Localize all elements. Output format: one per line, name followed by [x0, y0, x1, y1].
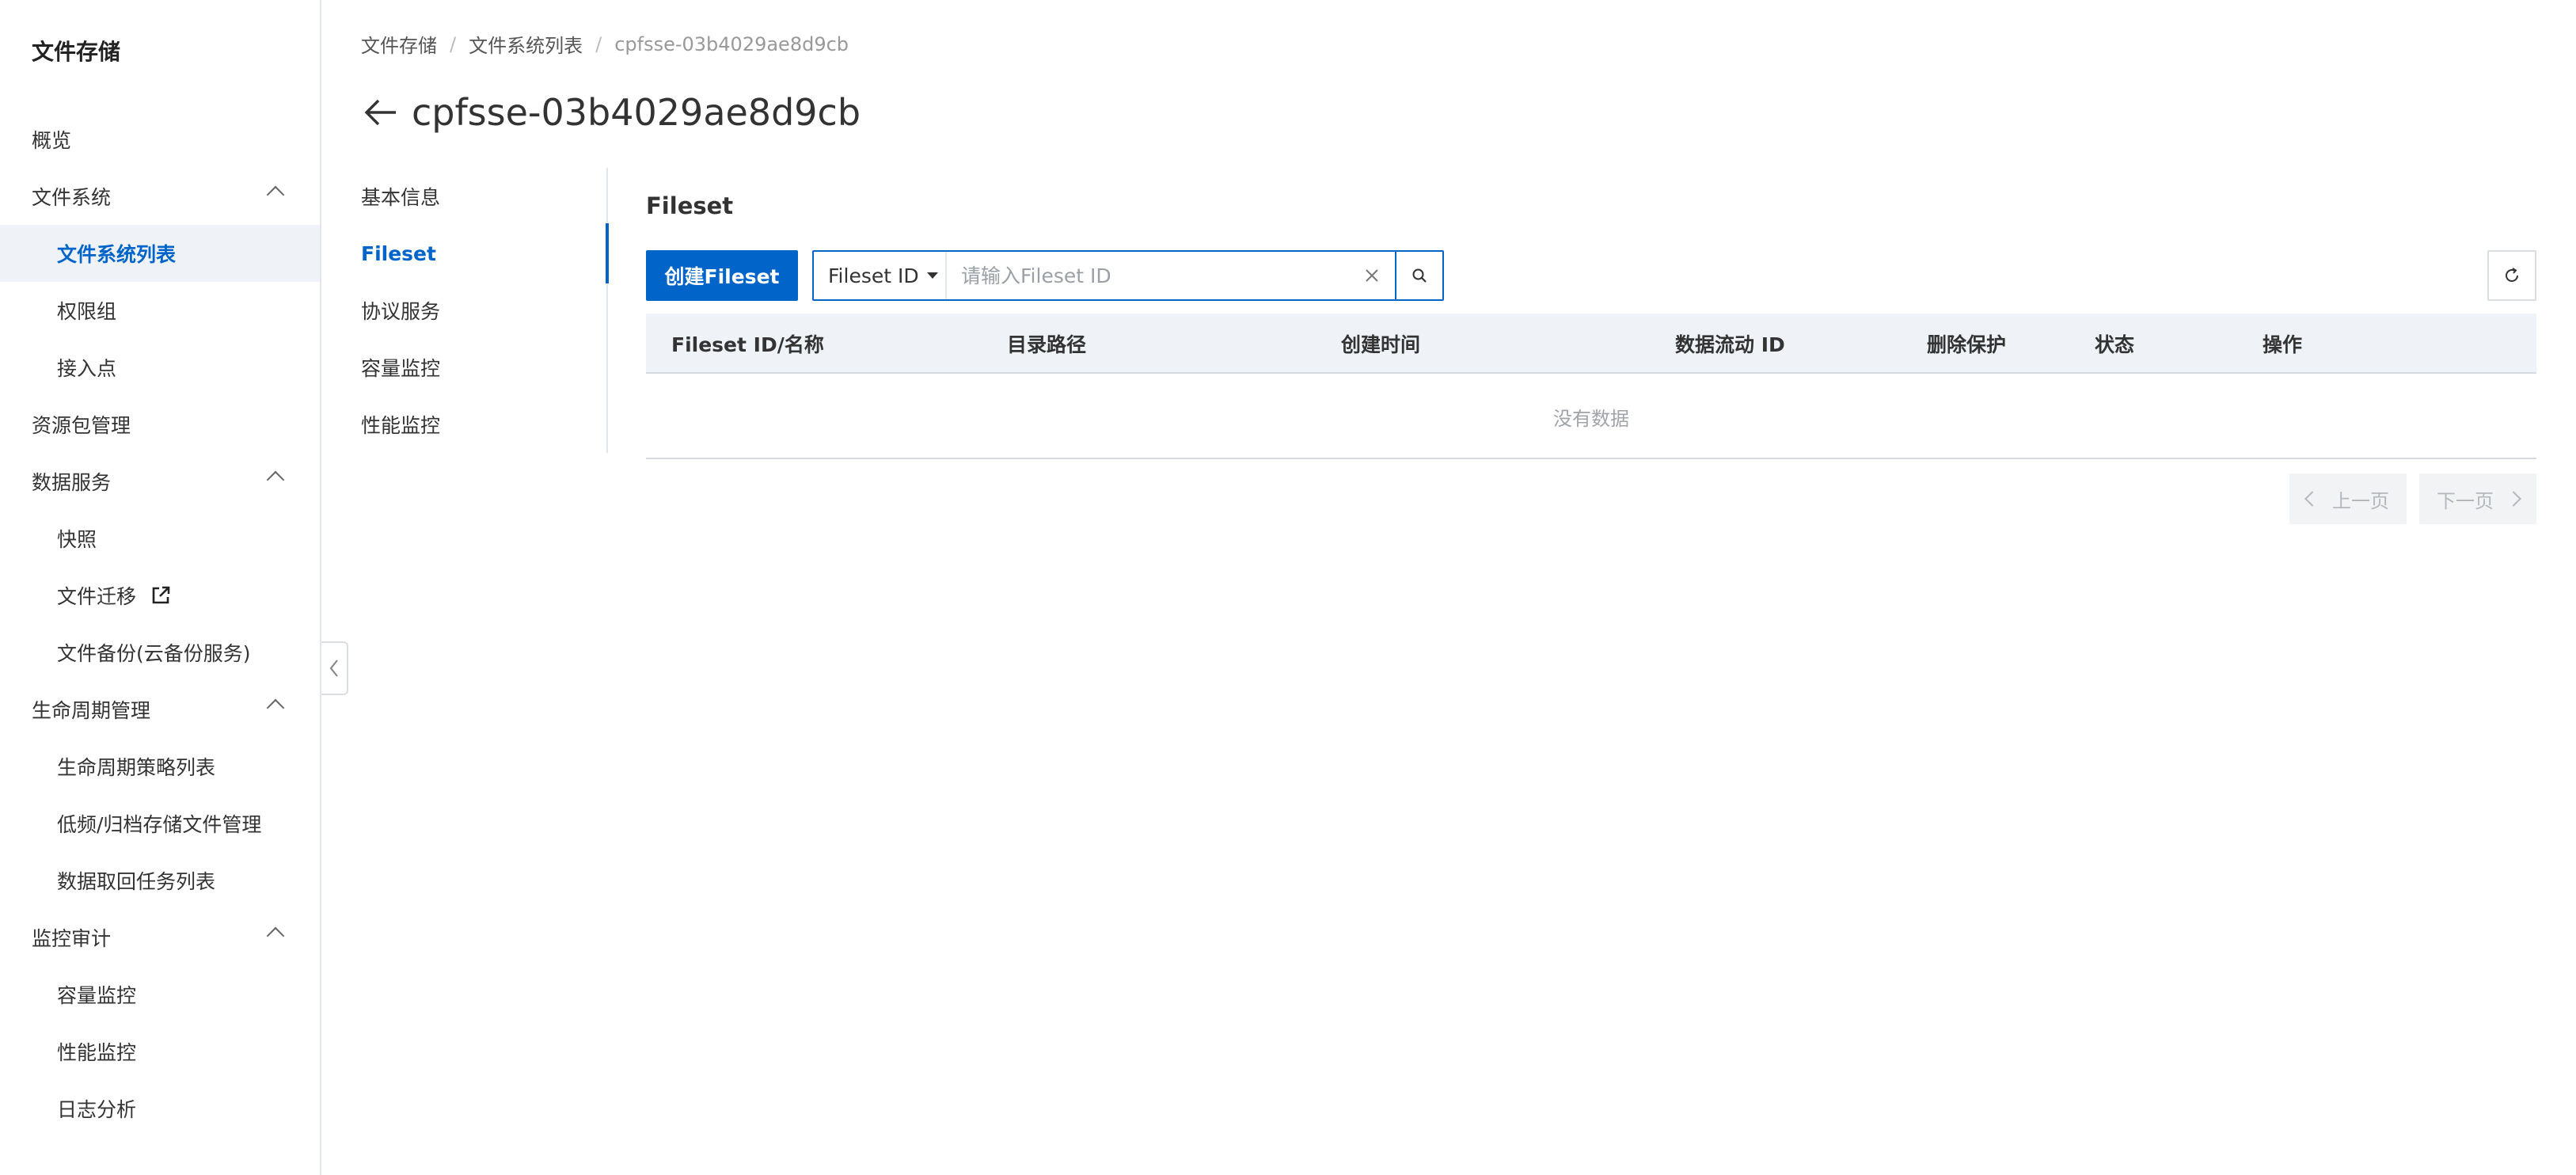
sidebar-item-label: 低频/归档存储文件管理	[57, 813, 262, 836]
sidebar: 文件存储 概览 文件系统 文件系统列表 权限组 接入点 资源包管理 数据服务 快…	[0, 0, 321, 1175]
search-button[interactable]	[1395, 252, 1442, 299]
breadcrumb-separator: /	[450, 32, 457, 55]
sidebar-item-permission-group[interactable]: 权限组	[0, 282, 320, 339]
tab-basic-info[interactable]: 基本信息	[361, 168, 608, 225]
chevron-right-icon	[2506, 491, 2521, 507]
sidebar-item-label: 接入点	[57, 357, 117, 380]
tab-label: 协议服务	[361, 300, 441, 323]
chevron-up-icon[interactable]	[266, 185, 285, 204]
sidebar-item-label: 文件迁移	[57, 585, 137, 608]
column-header-dataflow-id: 数据流动 ID	[1675, 333, 1785, 356]
sidebar-item-label: 性能监控	[57, 1041, 137, 1064]
sidebar-item-label: 权限组	[57, 300, 117, 323]
external-link-icon	[152, 586, 170, 604]
search-input[interactable]	[947, 252, 1349, 299]
sidebar-item-capacity-monitoring[interactable]: 容量监控	[0, 966, 320, 1023]
next-page-button[interactable]: 下一页	[2419, 473, 2536, 524]
tab-capacity-monitoring[interactable]: 容量监控	[361, 339, 608, 396]
sidebar-item-label: 日志分析	[57, 1098, 137, 1121]
sidebar-item-label: 快照	[57, 528, 97, 551]
chevron-left-icon	[329, 660, 338, 677]
sidebar-item-access-point[interactable]: 接入点	[0, 339, 320, 396]
sidebar-item-label: 资源包管理	[32, 414, 131, 437]
caret-down-icon	[926, 272, 938, 279]
sidebar-item-label: 概览	[32, 129, 72, 152]
page-header: cpfsse-03b4029ae8d9cb	[361, 86, 861, 139]
sidebar-item-archive-file-management[interactable]: 低频/归档存储文件管理	[0, 795, 320, 852]
page-title: cpfsse-03b4029ae8d9cb	[412, 91, 861, 134]
active-tab-indicator	[606, 223, 609, 283]
sidebar-item-file-migration[interactable]: 文件迁移	[0, 567, 320, 624]
sidebar-collapse-button[interactable]	[321, 641, 348, 695]
sidebar-item-label: 容量监控	[57, 984, 137, 1007]
detail-subnav: 基本信息 Fileset 协议服务 容量监控 性能监控	[361, 168, 609, 453]
sidebar-item-label: 文件系统列表	[57, 243, 177, 266]
sidebar-item-label: 数据服务	[32, 471, 112, 494]
close-icon	[1366, 269, 1378, 282]
tab-label: 基本信息	[361, 186, 441, 209]
table-empty-state: 没有数据	[646, 375, 2536, 459]
tab-label: 性能监控	[361, 414, 441, 437]
clear-icon[interactable]	[1349, 252, 1395, 299]
chevron-up-icon[interactable]	[266, 926, 285, 945]
tab-fileset[interactable]: Fileset	[361, 225, 608, 282]
sidebar-item-lifecycle-policy[interactable]: 生命周期策略列表	[0, 738, 320, 795]
search-field-select[interactable]: Fileset ID	[814, 252, 947, 299]
prev-page-label: 上一页	[2332, 489, 2389, 512]
breadcrumb-separator: /	[595, 32, 602, 55]
sidebar-item-retrieval-tasks[interactable]: 数据取回任务列表	[0, 852, 320, 909]
search-bar: Fileset ID	[812, 250, 1444, 301]
sidebar-item-label: 文件系统	[32, 186, 112, 209]
sidebar-item-snapshot[interactable]: 快照	[0, 510, 320, 567]
tab-label: Fileset	[361, 241, 436, 265]
page: 文件存储 概览 文件系统 文件系统列表 权限组 接入点 资源包管理 数据服务 快…	[0, 0, 2576, 1175]
sidebar-item-performance-monitoring[interactable]: 性能监控	[0, 1023, 320, 1080]
tab-performance-monitoring[interactable]: 性能监控	[361, 396, 608, 453]
section-title: Fileset	[646, 192, 734, 219]
chevron-up-icon[interactable]	[266, 470, 285, 489]
tab-label: 容量监控	[361, 357, 441, 380]
sidebar-item-label: 数据取回任务列表	[57, 870, 216, 893]
refresh-icon	[2506, 268, 2518, 282]
sidebar-item-file-system-list[interactable]: 文件系统列表	[0, 225, 320, 282]
sidebar-item-file-backup[interactable]: 文件备份(云备份服务)	[0, 624, 320, 681]
sidebar-item-label: 生命周期策略列表	[57, 756, 216, 779]
column-header-created-time: 创建时间	[1341, 333, 1421, 356]
sidebar-item-overview[interactable]: 概览	[0, 111, 320, 168]
prev-page-button[interactable]: 上一页	[2289, 473, 2407, 524]
column-header-actions: 操作	[2263, 333, 2303, 356]
column-header-directory-path: 目录路径	[1007, 333, 1087, 356]
tab-protocol-service[interactable]: 协议服务	[361, 282, 608, 339]
column-header-fileset-id: Fileset ID/名称	[671, 333, 824, 356]
sidebar-item-log-analysis[interactable]: 日志分析	[0, 1080, 320, 1137]
table-header: Fileset ID/名称 目录路径 创建时间 数据流动 ID 删除保护 状态 …	[646, 314, 2536, 374]
sidebar-group-file-system[interactable]: 文件系统	[0, 168, 320, 225]
column-header-delete-protection: 删除保护	[1927, 333, 2007, 356]
column-header-status: 状态	[2095, 333, 2135, 356]
sidebar-item-resource-package[interactable]: 资源包管理	[0, 396, 320, 453]
breadcrumb-current: cpfsse-03b4029ae8d9cb	[614, 32, 849, 55]
sidebar-item-label: 文件备份(云备份服务)	[57, 642, 251, 665]
sidebar-title: 文件存储	[32, 39, 121, 65]
chevron-left-icon	[2304, 491, 2320, 507]
refresh-button[interactable]	[2487, 250, 2536, 301]
create-fileset-button[interactable]: 创建Fileset	[646, 250, 798, 301]
sidebar-item-label: 监控审计	[32, 927, 112, 950]
breadcrumb-file-system-list[interactable]: 文件系统列表	[469, 30, 583, 58]
sidebar-group-data-service[interactable]: 数据服务	[0, 453, 320, 510]
next-page-label: 下一页	[2437, 489, 2494, 512]
sidebar-group-monitoring-audit[interactable]: 监控审计	[0, 909, 320, 966]
sidebar-group-lifecycle[interactable]: 生命周期管理	[0, 681, 320, 738]
search-field-select-value: Fileset ID	[828, 264, 919, 287]
back-arrow-icon[interactable]	[361, 93, 401, 132]
chevron-up-icon[interactable]	[266, 698, 285, 717]
breadcrumb-file-storage[interactable]: 文件存储	[361, 30, 437, 58]
empty-text: 没有数据	[1553, 407, 1629, 430]
sidebar-item-label: 生命周期管理	[32, 699, 151, 722]
breadcrumb: 文件存储 / 文件系统列表 / cpfsse-03b4029ae8d9cb	[361, 30, 849, 58]
search-icon	[1412, 268, 1427, 283]
